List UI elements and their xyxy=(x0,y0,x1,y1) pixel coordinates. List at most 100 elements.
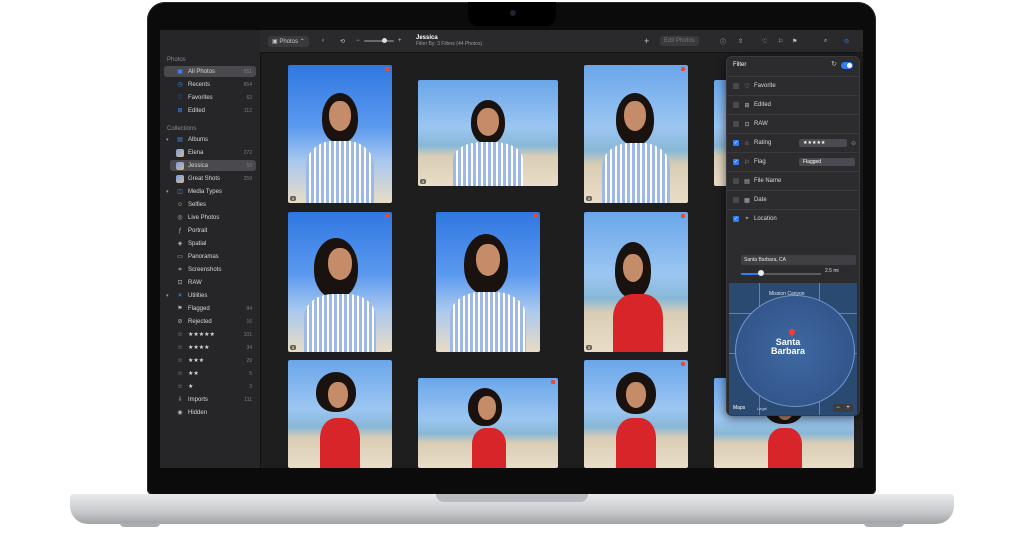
sidebar-item-selfies[interactable]: ☺ Selfies xyxy=(164,199,256,210)
sidebar-item-flagged[interactable]: ⚑ Flagged 94 xyxy=(164,303,256,314)
sidebar-item-albums[interactable]: ▾ ▤ Albums xyxy=(164,134,256,145)
sidebar-item-hidden[interactable]: ◉ Hidden xyxy=(164,407,256,418)
photo-subject xyxy=(601,242,671,352)
sidebar-item-imports[interactable]: ⇩ Imports 111 xyxy=(164,394,256,405)
filter-toggle[interactable] xyxy=(841,62,853,69)
filter-row-flag[interactable]: ✓ ⚐ Flag Flagged xyxy=(727,152,859,171)
filter-row-edited[interactable]: ⊞ Edited xyxy=(727,95,859,114)
sidebar-item-rejected[interactable]: ⊘ Rejected 16 xyxy=(164,316,256,327)
filter-checkbox-checked[interactable]: ✓ xyxy=(733,159,739,165)
sidebar-item-four-stars[interactable]: ☆ ★★★★ 34 xyxy=(164,342,256,353)
flag-select[interactable]: Flagged xyxy=(799,158,855,166)
zoom-out-icon[interactable]: − xyxy=(836,405,840,411)
photo-tile[interactable] xyxy=(436,212,540,352)
filter-row-file-name[interactable]: ▤ File Name xyxy=(727,171,859,190)
file-icon: ▤ xyxy=(744,178,750,185)
filter-row-rating[interactable]: ✓ ☆ Rating ★★★★★ ⊖ xyxy=(727,133,859,152)
sidebar-item-three-stars[interactable]: ☆ ★★★ 29 xyxy=(164,355,256,366)
chevron-down-icon[interactable]: ▾ xyxy=(166,293,169,299)
zoom-slider-knob[interactable] xyxy=(382,38,387,43)
filter-checkbox[interactable] xyxy=(733,197,739,203)
filter-button[interactable]: ⊜ xyxy=(844,30,849,52)
sidebar-item-favorites[interactable]: ♡ Favorites 63 xyxy=(164,92,256,103)
rotate-icon: ⟲ xyxy=(340,38,346,45)
chevron-down-icon[interactable]: ▾ xyxy=(166,189,169,195)
filter-label: Favorite xyxy=(754,83,776,89)
sidebar-item-edited[interactable]: ⊞ Edited 112 xyxy=(164,105,256,116)
sidebar-item-raw[interactable]: ⊡ RAW xyxy=(164,277,256,288)
filter-checkbox[interactable] xyxy=(733,178,739,184)
photo-tile[interactable]: 5 xyxy=(418,80,558,186)
zoom-out-icon[interactable]: − xyxy=(356,30,360,52)
screenshot-icon: ⌗ xyxy=(178,266,182,273)
remove-filter-icon[interactable]: ⊖ xyxy=(851,140,856,147)
sidebar-item-portrait[interactable]: ƒ Portrait xyxy=(164,225,256,236)
sidebar-item-all-photos[interactable]: ▣ All Photos 651 xyxy=(164,66,256,77)
share-button[interactable]: ⇧ xyxy=(738,30,743,52)
sidebar-item-jessica[interactable]: Jessica 53 xyxy=(170,160,256,171)
sidebar-item-great-shots[interactable]: Great Shots 259 xyxy=(170,173,256,184)
location-map[interactable]: Mission Canyon Santa Barbara Maps Legal … xyxy=(729,283,857,415)
sidebar-item-two-stars[interactable]: ☆ ★★ 5 xyxy=(164,368,256,379)
sidebar-item-media-types[interactable]: ▾ ◫ Media Types xyxy=(164,186,256,197)
sidebar-item-recents[interactable]: ◷ Recents 654 xyxy=(164,79,256,90)
utilities-icon: ✕ xyxy=(177,292,183,299)
photo-tile[interactable]: 5 xyxy=(584,212,688,352)
sidebar-item-label: Panoramas xyxy=(188,253,219,260)
zoom-in-icon[interactable]: + xyxy=(846,405,850,411)
subject-shirt xyxy=(768,428,802,468)
source-dropdown[interactable]: ▣ Photos ⌃ xyxy=(268,35,309,47)
photo-tile[interactable]: 5 xyxy=(288,65,392,203)
filter-row-location[interactable]: ✓ ⌖ Location xyxy=(727,209,859,228)
photo-tile[interactable]: 5 xyxy=(288,212,392,352)
favorite-button[interactable]: ♡ xyxy=(762,30,767,52)
reset-filter-icon[interactable]: ↻ xyxy=(831,60,837,68)
location-field[interactable]: Santa Barbara, CA xyxy=(741,255,856,265)
map-legal-link[interactable]: Legal xyxy=(757,406,767,411)
sidebar-item-screenshots[interactable]: ⌗ Screenshots xyxy=(164,264,256,275)
photo-tile[interactable] xyxy=(584,360,688,468)
flag-button[interactable]: ⚐ xyxy=(778,30,783,52)
media-types-icon: ◫ xyxy=(177,188,183,195)
sidebar-item-panoramas[interactable]: ▭ Panoramas xyxy=(164,251,256,262)
filter-checkbox-checked[interactable]: ✓ xyxy=(733,140,739,146)
rating-select-value: ★★★★★ xyxy=(803,140,826,146)
add-button[interactable]: + xyxy=(644,30,649,52)
subject-shirt xyxy=(320,418,360,468)
sidebar-item-elena[interactable]: Elena 272 xyxy=(170,147,256,158)
radius-slider-knob[interactable] xyxy=(758,270,764,276)
heart-icon: ♡ xyxy=(762,38,768,45)
filter-checkbox-checked[interactable]: ✓ xyxy=(733,216,739,222)
edit-photos-button[interactable]: Edit Photos xyxy=(660,30,699,52)
sidebar-item-spatial[interactable]: ◈ Spatial xyxy=(164,238,256,249)
photo-tile[interactable] xyxy=(418,378,558,468)
sidebar-item-five-stars[interactable]: ☆ ★★★★★ 101 xyxy=(164,329,256,340)
filter-checkbox[interactable] xyxy=(733,121,739,127)
raw-icon: ⊡ xyxy=(177,279,183,286)
filter-label: Location xyxy=(754,216,777,222)
rating-select[interactable]: ★★★★★ xyxy=(799,139,847,147)
sidebar-item-one-star[interactable]: ☆ ★ 3 xyxy=(164,381,256,392)
sidebar-item-live-photos[interactable]: ◎ Live Photos xyxy=(164,212,256,223)
photo-tile[interactable] xyxy=(288,360,392,468)
zoom-slider[interactable] xyxy=(364,38,394,43)
reject-flag-button[interactable]: ⚑ xyxy=(792,30,797,52)
subject-shirt xyxy=(613,294,663,352)
search-button[interactable]: ⌕ xyxy=(824,30,827,52)
photo-tile[interactable]: 5 xyxy=(584,65,688,203)
filter-checkbox[interactable] xyxy=(733,102,739,108)
chevron-down-icon[interactable]: ▾ xyxy=(166,137,169,143)
rotate-button[interactable]: ⟲ xyxy=(340,30,345,52)
map-zoom-control[interactable]: − + xyxy=(833,404,853,412)
zoom-in-icon[interactable]: + xyxy=(398,30,402,52)
sidebar-item-count: 111 xyxy=(244,396,252,403)
filter-checkbox[interactable] xyxy=(733,83,739,89)
info-button[interactable]: ⓘ xyxy=(720,30,726,52)
filter-row-date[interactable]: ▦ Date xyxy=(727,190,859,209)
radius-slider[interactable] xyxy=(741,270,821,276)
back-button[interactable]: ‹ xyxy=(322,30,324,52)
filter-row-favorite[interactable]: ♡ Favorite xyxy=(727,76,859,95)
filter-row-raw[interactable]: ⊡ RAW xyxy=(727,114,859,133)
sidebar-item-utilities[interactable]: ▾ ✕ Utilities xyxy=(164,290,256,301)
source-selector[interactable]: ▣ Photos ⌃ xyxy=(268,30,309,52)
